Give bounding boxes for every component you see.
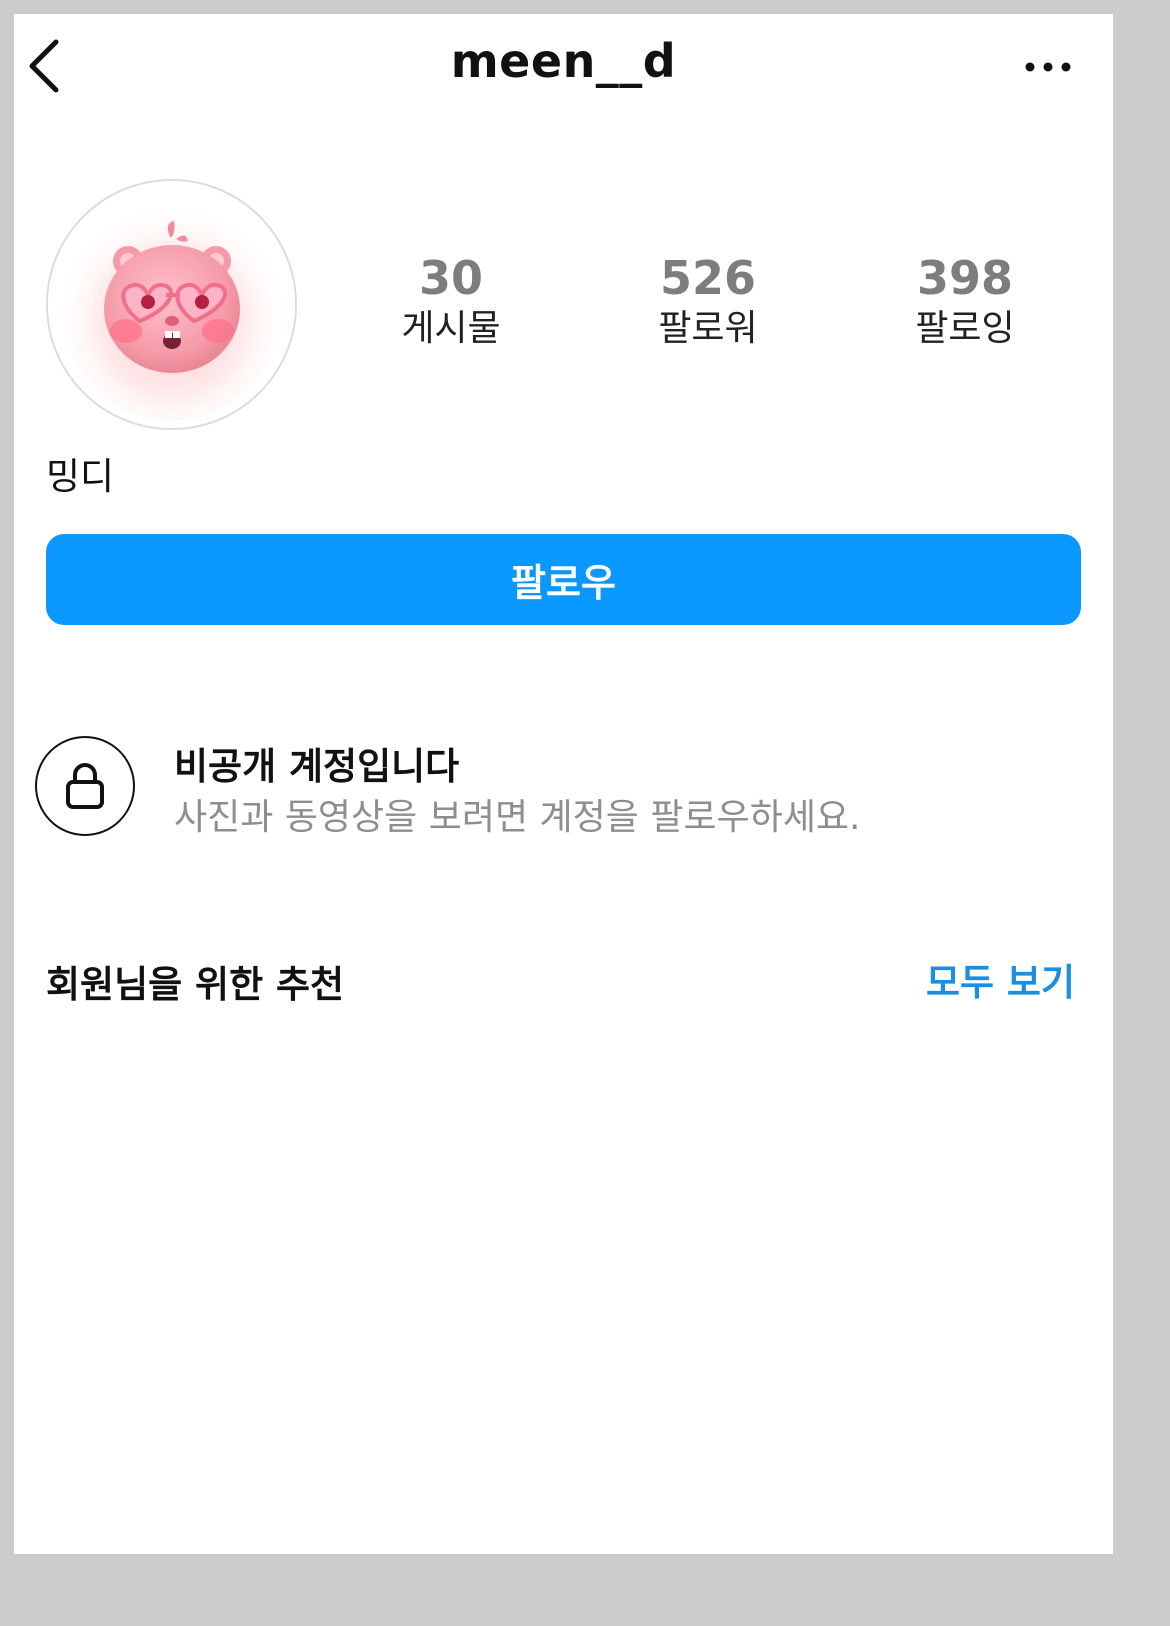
lock-badge xyxy=(35,736,135,836)
stat-posts-count: 30 xyxy=(418,251,483,305)
private-account-subtitle: 사진과 동영상을 보려면 계정을 팔로우하세요. xyxy=(174,797,861,838)
stat-posts[interactable]: 30 게시물 xyxy=(351,250,551,352)
stat-following-label: 팔로잉 xyxy=(915,308,1015,349)
stat-following[interactable]: 398 팔로잉 xyxy=(865,250,1065,352)
see-all-link[interactable]: 모두 보기 xyxy=(926,952,1075,1006)
stat-followers-label: 팔로워 xyxy=(658,308,758,349)
profile-stats: 30 게시물 526 팔로워 398 팔로잉 xyxy=(14,250,1113,360)
stat-posts-label: 게시물 xyxy=(401,308,501,349)
stat-followers-count: 526 xyxy=(659,251,757,305)
profile-display-name: 밍디 xyxy=(46,455,115,498)
private-account-title: 비공개 계정입니다 xyxy=(174,745,460,788)
recommendations-title: 회원님을 위한 추천 xyxy=(46,963,345,1006)
profile-screen: meen__d 30 게시물 526 팔로워 398 팔로잉 밍디 팔로우 비공… xyxy=(14,14,1113,1554)
profile-username-title: meen__d xyxy=(450,34,677,88)
more-options-button[interactable] xyxy=(1018,52,1078,82)
more-horizontal-icon xyxy=(1025,62,1071,72)
lock-icon xyxy=(66,763,104,809)
stat-followers[interactable]: 526 팔로워 xyxy=(608,250,808,352)
follow-button[interactable]: 팔로우 xyxy=(46,534,1081,625)
stat-following-count: 398 xyxy=(916,251,1014,305)
